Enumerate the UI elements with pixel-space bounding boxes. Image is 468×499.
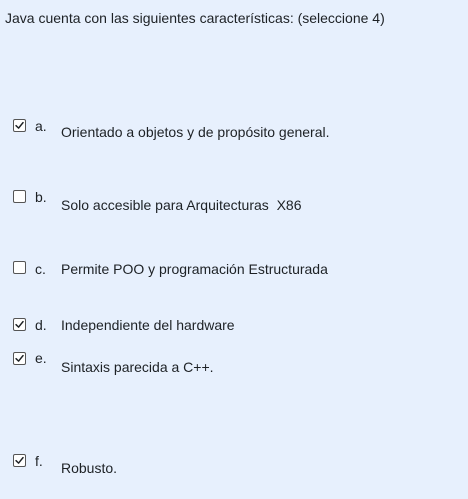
- checkbox-c[interactable]: [13, 261, 26, 274]
- checkbox-f[interactable]: [13, 454, 26, 467]
- checkbox-e[interactable]: [13, 352, 26, 365]
- checkmark-icon: [15, 456, 24, 464]
- checkmark-icon: [15, 320, 24, 328]
- option-label-a[interactable]: Orientado a objetos y de propósito gener…: [61, 124, 330, 140]
- option-label-c[interactable]: Permite POO y programación Estructurada: [61, 261, 328, 277]
- option-label-b[interactable]: Solo accesible para Arquitecturas X86: [61, 197, 301, 213]
- option-letter-c: c.: [35, 261, 46, 277]
- question-text: Java cuenta con las siguientes caracterí…: [5, 10, 385, 26]
- option-letter-d: d.: [35, 317, 47, 333]
- checkbox-d[interactable]: [13, 318, 26, 331]
- checkmark-icon: [15, 354, 24, 362]
- option-letter-f: f.: [35, 453, 43, 469]
- option-letter-b: b.: [35, 189, 47, 205]
- checkmark-icon: [15, 121, 24, 129]
- option-letter-a: a.: [35, 118, 47, 134]
- checkbox-a[interactable]: [13, 119, 26, 132]
- option-label-d[interactable]: Independiente del hardware: [61, 317, 235, 333]
- option-label-f[interactable]: Robusto.: [61, 460, 117, 476]
- option-letter-e: e.: [35, 350, 47, 366]
- checkbox-b[interactable]: [13, 190, 26, 203]
- option-label-e[interactable]: Sintaxis parecida a C++.: [61, 359, 214, 375]
